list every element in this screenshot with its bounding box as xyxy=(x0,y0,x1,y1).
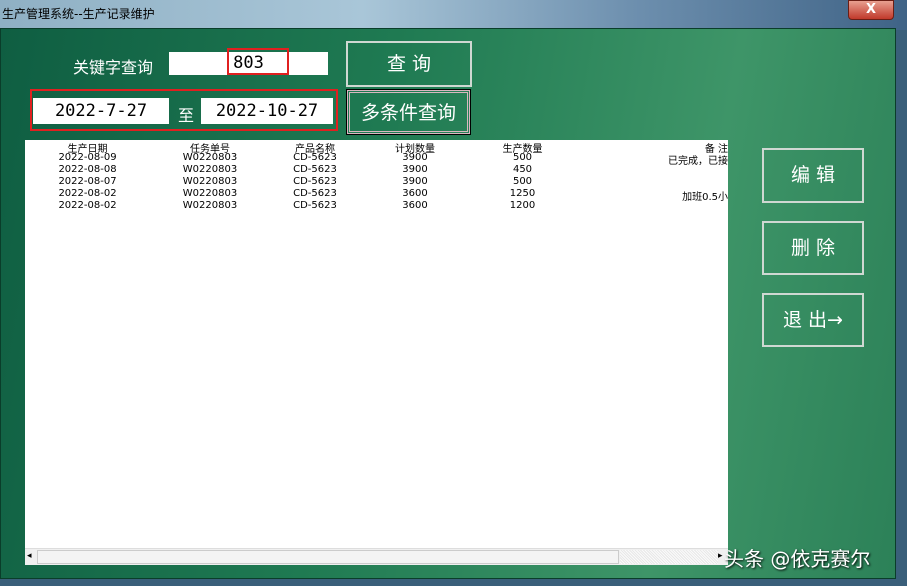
cell-date: 2022-08-09 xyxy=(58,152,117,163)
window-title: 生产管理系统--生产记录维护 xyxy=(2,7,155,21)
records-list[interactable]: 生产日期 任务单号 产品名称 计划数量 生产数量 备 注 2022-08-09 W… xyxy=(25,140,728,565)
cell-plan: 3600 xyxy=(402,200,428,211)
cell-task: W0220803 xyxy=(182,188,238,199)
cell-plan: 3900 xyxy=(402,152,428,163)
query-button[interactable]: 查 询 xyxy=(346,41,472,87)
table-row[interactable]: 2022-08-07 W0220803 CD-5623 3900 500 xyxy=(25,176,728,188)
table-row[interactable]: 2022-08-09 W0220803 CD-5623 3900 500 已完成，已接 xyxy=(25,152,728,167)
cell-date: 2022-08-07 xyxy=(58,176,117,187)
cell-date: 2022-08-02 xyxy=(58,200,117,211)
cell-produced: 500 xyxy=(512,152,533,163)
multi-query-button[interactable]: 多条件查询 xyxy=(347,90,470,134)
highlight-box xyxy=(227,48,289,75)
table-row[interactable]: 2022-08-02 W0220803 CD-5623 3600 1200 xyxy=(25,200,728,212)
scroll-left-icon[interactable]: ◂ xyxy=(27,551,32,561)
scroll-right-icon[interactable]: ▸ xyxy=(718,551,723,561)
cell-date: 2022-08-02 xyxy=(58,188,117,199)
cell-product: CD-5623 xyxy=(293,152,337,163)
keyword-label: 关键字查询 xyxy=(73,58,154,77)
table-row[interactable]: 2022-08-08 W0220803 CD-5623 3900 450 xyxy=(25,164,728,176)
cell-produced: 1200 xyxy=(509,200,536,211)
cell-task: W0220803 xyxy=(182,200,238,211)
cell-task: W0220803 xyxy=(182,152,238,163)
cell-product: CD-5623 xyxy=(293,176,337,187)
cell-produced: 500 xyxy=(512,176,533,187)
delete-button[interactable]: 删 除 xyxy=(762,221,864,275)
highlight-box xyxy=(30,89,338,131)
cell-product: CD-5623 xyxy=(293,200,337,211)
horizontal-scrollbar[interactable]: ◂ ▸ xyxy=(25,548,728,565)
watermark: 头条 @依克赛尔 xyxy=(724,547,871,571)
cell-task: W0220803 xyxy=(182,176,238,187)
table-header: 生产日期 任务单号 产品名称 计划数量 生产数量 备 注 xyxy=(25,140,729,155)
scrollbar-track[interactable] xyxy=(620,550,718,564)
cell-produced: 1250 xyxy=(509,188,536,199)
title-bar: 生产管理系统--生产记录维护 X xyxy=(0,0,907,30)
cell-task: W0220803 xyxy=(182,164,238,175)
cell-product: CD-5623 xyxy=(293,188,337,199)
cell-date: 2022-08-08 xyxy=(58,164,117,175)
cell-plan: 3900 xyxy=(402,164,428,175)
cell-plan: 3600 xyxy=(402,188,428,199)
cell-plan: 3900 xyxy=(402,176,428,187)
exit-button[interactable]: 退 出→ xyxy=(762,293,864,347)
cell-product: CD-5623 xyxy=(293,164,337,175)
edit-button[interactable]: 编 辑 xyxy=(762,148,864,203)
table-row[interactable]: 2022-08-02 W0220803 CD-5623 3600 1250 加班0.5小 xyxy=(25,188,728,203)
close-button[interactable]: X xyxy=(848,0,894,20)
scrollbar-thumb[interactable] xyxy=(37,550,619,564)
cell-produced: 450 xyxy=(512,164,533,175)
